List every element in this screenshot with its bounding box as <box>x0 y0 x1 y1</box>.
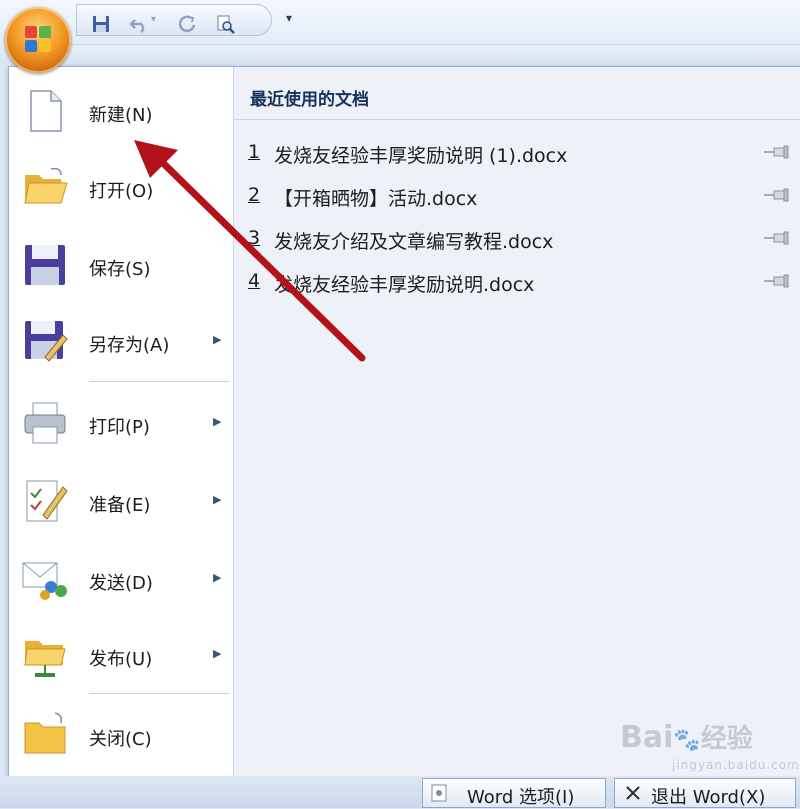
menu-item-new[interactable]: 新建(N) <box>15 75 229 143</box>
recent-document-name: 发烧友介绍及文章编写教程.docx <box>274 231 554 253</box>
prepare-document-icon <box>26 480 68 522</box>
menu-item-save[interactable]: 保存(S) <box>15 229 229 297</box>
menu-commands-pane: 新建(N) 打开(O) 保存(S) 另存为(A) ▶ 打印(P) ▶ 准备(E)… <box>9 67 234 777</box>
recent-documents-title: 最近使用的文档 <box>250 90 369 110</box>
print-preview-icon[interactable] <box>215 14 235 34</box>
recent-title-divider <box>234 119 800 120</box>
menu-item-save-as[interactable]: 另存为(A) ▶ <box>15 305 229 373</box>
exit-word-button[interactable]: 退出 Word(X) <box>614 778 796 808</box>
menu-bottom-bar: Word 选项(I) 退出 Word(X) <box>0 776 800 808</box>
menu-item-label: 发布(U) <box>89 649 153 670</box>
submenu-arrow-icon: ▶ <box>213 333 222 346</box>
submenu-arrow-icon: ▶ <box>213 493 222 506</box>
pin-icon[interactable] <box>764 188 794 202</box>
recent-document-number: 4 <box>248 270 261 292</box>
quick-access-bar: ▾ <box>76 4 272 36</box>
menu-item-publish[interactable]: 发布(U) ▶ <box>15 619 229 687</box>
menu-item-label: 打印(P) <box>89 417 150 438</box>
ribbon-strip <box>70 44 800 67</box>
recent-document-name: 发烧友经验丰厚奖励说明.docx <box>274 274 535 296</box>
recent-document-number: 1 <box>248 141 261 163</box>
open-folder-icon <box>24 167 68 204</box>
recent-document-name: 发烧友经验丰厚奖励说明 (1).docx <box>274 145 568 167</box>
printer-icon <box>24 402 66 444</box>
menu-item-prepare[interactable]: 准备(E) ▶ <box>15 465 229 533</box>
word-options-label: Word 选项(I) <box>467 787 575 808</box>
pin-icon[interactable] <box>764 231 794 245</box>
menu-item-print[interactable]: 打印(P) ▶ <box>15 387 229 455</box>
floppy-disk-icon <box>25 245 65 285</box>
send-mail-icon <box>22 562 67 600</box>
undo-dropdown-icon[interactable]: ▾ <box>151 14 156 25</box>
recent-document-name: 【开箱晒物】活动.docx <box>274 188 478 210</box>
submenu-arrow-icon: ▶ <box>213 647 222 660</box>
pin-icon[interactable] <box>764 145 794 159</box>
undo-icon[interactable] <box>129 14 149 34</box>
customize-toolbar-dropdown-icon[interactable]: ▾ <box>286 12 298 24</box>
word-options-button[interactable]: Word 选项(I) <box>422 778 606 808</box>
redo-icon[interactable] <box>177 14 197 34</box>
new-document-icon <box>30 90 62 132</box>
menu-item-label: 发送(D) <box>89 573 153 594</box>
recent-document-item[interactable]: 1 发烧友经验丰厚奖励说明 (1).docx <box>248 133 792 169</box>
close-x-icon <box>626 786 640 800</box>
recent-document-number: 3 <box>248 227 261 249</box>
menu-item-open[interactable]: 打开(O) <box>15 151 229 219</box>
menu-item-close[interactable]: 关闭(C) <box>15 699 229 767</box>
menu-item-send[interactable]: 发送(D) ▶ <box>15 543 229 611</box>
menu-item-label: 新建(N) <box>89 105 153 126</box>
recent-document-item[interactable]: 2 【开箱晒物】活动.docx <box>248 176 792 212</box>
recent-document-item[interactable]: 3 发烧友介绍及文章编写教程.docx <box>248 219 792 255</box>
options-icon <box>431 784 447 802</box>
menu-item-label: 关闭(C) <box>89 729 152 750</box>
office-menu: 新建(N) 打开(O) 保存(S) 另存为(A) ▶ 打印(P) ▶ 准备(E)… <box>8 66 800 778</box>
save-as-icon <box>25 321 68 362</box>
publish-folder-icon <box>24 641 66 677</box>
close-folder-icon <box>24 712 66 754</box>
recent-documents-pane: 最近使用的文档 1 发烧友经验丰厚奖励说明 (1).docx 2 【开箱晒物】活… <box>234 67 800 777</box>
office-logo-icon <box>25 26 53 54</box>
menu-separator <box>89 381 229 382</box>
submenu-arrow-icon: ▶ <box>213 571 222 584</box>
office-button[interactable] <box>5 7 71 73</box>
menu-item-label: 保存(S) <box>89 259 151 280</box>
submenu-arrow-icon: ▶ <box>213 415 222 428</box>
exit-word-label: 退出 Word(X) <box>651 787 766 808</box>
save-icon[interactable] <box>91 14 111 34</box>
recent-document-item[interactable]: 4 发烧友经验丰厚奖励说明.docx <box>248 262 792 298</box>
menu-separator <box>89 693 229 694</box>
menu-item-label: 另存为(A) <box>89 335 170 356</box>
quick-access-toolbar: ▾ ▾ <box>0 0 800 67</box>
pin-icon[interactable] <box>764 274 794 288</box>
recent-document-number: 2 <box>248 184 261 206</box>
menu-item-label: 准备(E) <box>89 495 151 516</box>
menu-item-label: 打开(O) <box>89 181 154 202</box>
